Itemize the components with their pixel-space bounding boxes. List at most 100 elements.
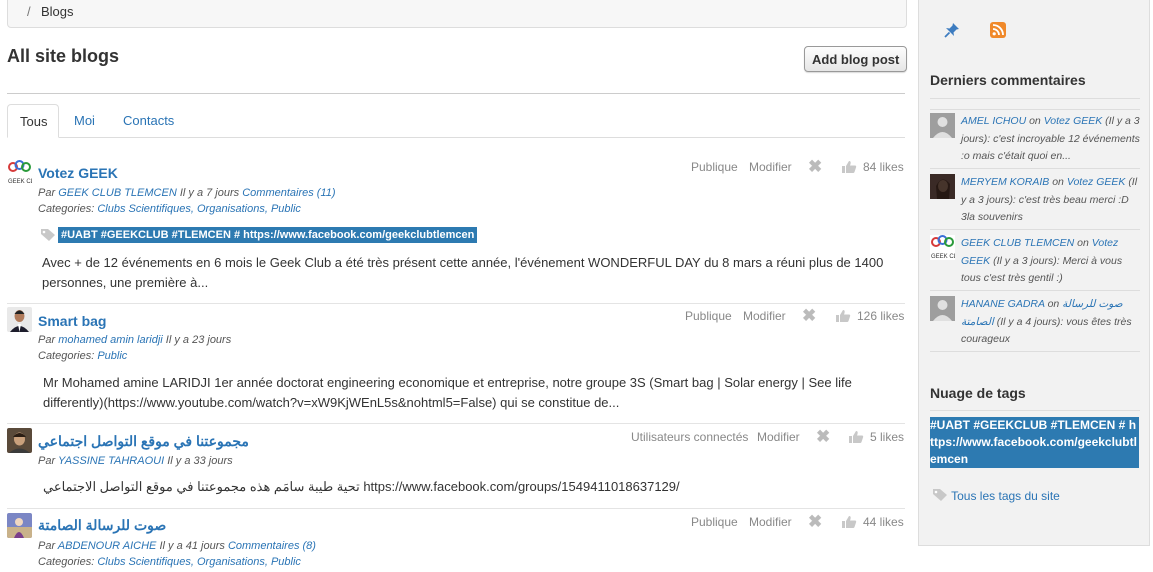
delete-icon[interactable]: ✖	[816, 428, 830, 445]
delete-icon[interactable]: ✖	[808, 158, 822, 175]
by-label: Par	[38, 334, 56, 346]
tag-icon	[41, 229, 55, 241]
avatar[interactable]: GEEK CLU	[7, 160, 32, 185]
title-divider	[7, 93, 905, 94]
comment-time: (Il y a 3 jours):	[993, 254, 1060, 267]
avatar[interactable]	[930, 113, 955, 138]
post-categories: Categories: Clubs Scientifiques, Organis…	[38, 556, 301, 568]
likes-count: 84 likes	[863, 160, 904, 174]
post-excerpt: تحية طيبة سامَم هذه مجموعتنا في موقع الت…	[43, 479, 680, 494]
by-label: Par	[38, 455, 56, 467]
post-title[interactable]: Smart bag	[38, 313, 106, 329]
post-author-link[interactable]: YASSINE TAHRAOUI	[58, 455, 164, 467]
like-button[interactable]	[842, 515, 857, 529]
avatar[interactable]	[7, 307, 32, 332]
post-controls: Utilisateurs connectés Modifier ✖ 5 like…	[631, 428, 905, 446]
post-title[interactable]: صوت للرسالة الصامتة	[38, 517, 166, 534]
comment-item: MERYEM KORAIB on Votez GEEK (Il y a 3 jo…	[930, 174, 1140, 230]
post-categories: Categories: Public	[38, 350, 127, 362]
post-categories: Categories: Clubs Scientifiques, Organis…	[38, 203, 301, 215]
on-label: on	[1029, 115, 1041, 127]
post-time: Il y a 33 jours	[167, 455, 233, 467]
post-time: Il y a 41 jours	[159, 540, 225, 552]
breadcrumb-current: Blogs	[41, 4, 74, 19]
avatar[interactable]	[7, 428, 32, 453]
svg-text:GEEK CLU: GEEK CLU	[931, 254, 955, 260]
post-title[interactable]: مجموعتنا في موقع التواصل اجتماعي	[38, 433, 249, 450]
tag-icon	[933, 489, 947, 501]
edit-link[interactable]: Modifier	[749, 160, 792, 174]
thumbs-up-icon	[836, 310, 851, 322]
on-label: on	[1052, 176, 1064, 188]
sidebar-divider	[930, 410, 1140, 411]
post-title[interactable]: Votez GEEK	[38, 165, 118, 181]
avatar[interactable]: GEEK CLU	[930, 235, 955, 260]
post-byline: Par YASSINE TAHRAOUI Il y a 33 jours	[38, 455, 233, 467]
blog-post-item: GEEK CLU Votez GEEK Par GEEK CLUB TLEMCE…	[7, 158, 905, 304]
breadcrumb: / Blogs	[7, 0, 907, 28]
post-comments-link[interactable]: Commentaires (8)	[228, 540, 316, 552]
blog-post-item: Smart bag Par mohamed amin laridji Il y …	[7, 307, 905, 424]
post-time: Il y a 7 jours	[179, 187, 240, 199]
categories-links[interactable]: Clubs Scientifiques, Organisations, Publ…	[97, 556, 301, 568]
like-button[interactable]	[849, 430, 864, 444]
comment-text: GEEK CLUB TLEMCEN on Votez GEEK (Il y a …	[961, 235, 1141, 288]
thumbs-up-icon	[842, 516, 857, 528]
post-author-link[interactable]: GEEK CLUB TLEMCEN	[58, 187, 177, 199]
likes-count: 126 likes	[857, 309, 905, 323]
likes-count: 5 likes	[870, 430, 905, 444]
add-blog-post-button[interactable]: Add blog post	[804, 46, 908, 72]
categories-links[interactable]: Clubs Scientifiques, Organisations, Publ…	[97, 203, 301, 215]
tag-link[interactable]: #UABT #GEEKCLUB #TLEMCEN # https://www.f…	[58, 227, 478, 243]
comment-author-link[interactable]: GEEK CLUB TLEMCEN	[961, 237, 1074, 249]
delete-icon[interactable]: ✖	[808, 513, 822, 530]
svg-text:GEEK CLU: GEEK CLU	[8, 179, 32, 185]
post-author-link[interactable]: mohamed amin laridji	[58, 334, 163, 346]
avatar[interactable]	[7, 513, 32, 538]
on-label: on	[1047, 298, 1060, 310]
rss-icon[interactable]	[990, 22, 1006, 38]
edit-link[interactable]: Modifier	[743, 309, 786, 323]
all-tags-label[interactable]: Tous les tags du site	[951, 489, 1060, 503]
thumbs-up-icon	[842, 161, 857, 173]
comment-post-link[interactable]: Votez GEEK	[1067, 176, 1126, 188]
edit-link[interactable]: Modifier	[757, 430, 800, 444]
post-byline: Par GEEK CLUB TLEMCEN Il y a 7 jours Com…	[38, 187, 336, 199]
tab-tous[interactable]: Tous	[7, 104, 59, 138]
comment-author-link[interactable]: HANANE GADRA	[961, 298, 1045, 310]
main-content: / Blogs All site blogs Add blog post Tou…	[0, 0, 918, 572]
edit-link[interactable]: Modifier	[749, 515, 792, 529]
access-label: Publique	[691, 160, 738, 174]
comment-item: GEEK CLU GEEK CLUB TLEMCEN on Votez GEEK…	[930, 235, 1140, 291]
comment-author-link[interactable]: AMEL ICHOU	[961, 115, 1026, 127]
tab-moi[interactable]: Moi	[62, 104, 107, 137]
page-title: All site blogs	[7, 46, 120, 66]
post-comments-link[interactable]: Commentaires (11)	[242, 187, 335, 199]
tab-contacts[interactable]: Contacts	[111, 104, 186, 137]
sidebar: Derniers commentaires AMEL ICHOU on Vote…	[918, 0, 1150, 546]
on-label: on	[1077, 237, 1089, 249]
post-controls: Publique Modifier ✖ 126 likes	[685, 307, 905, 325]
delete-icon[interactable]: ✖	[802, 307, 816, 324]
sidebar-divider	[930, 109, 1140, 110]
post-author-link[interactable]: ABDENOUR AICHE	[58, 540, 157, 552]
comment-text: AMEL ICHOU on Votez GEEK (Il y a 3 jours…	[961, 113, 1141, 166]
comment-text: HANANE GADRA on صوت للرسالة الصامتة (Il …	[961, 296, 1141, 349]
all-tags-link[interactable]: Tous les tags du site	[932, 488, 1060, 503]
like-button[interactable]	[836, 309, 851, 323]
sidebar-divider	[930, 98, 1140, 99]
tag-cloud-link[interactable]: #UABT #GEEKCLUB #TLEMCEN # https://www.f…	[930, 417, 1139, 468]
categories-links[interactable]: Public	[97, 350, 127, 362]
comment-post-link[interactable]: Votez GEEK	[1044, 115, 1103, 127]
post-controls: Publique Modifier ✖ 84 likes	[691, 158, 905, 176]
like-button[interactable]	[842, 160, 857, 174]
post-excerpt: Mr Mohamed amine LARIDJI 1er année docto…	[43, 375, 852, 410]
pin-icon[interactable]	[944, 22, 960, 38]
avatar[interactable]	[930, 174, 955, 199]
tab-bar: Tous Moi Contacts	[7, 104, 905, 138]
avatar[interactable]	[930, 296, 955, 321]
post-time: Il y a 23 jours	[165, 334, 232, 346]
comment-author-link[interactable]: MERYEM KORAIB	[961, 176, 1049, 188]
post-byline: Par ABDENOUR AICHE Il y a 41 jours Comme…	[38, 540, 316, 552]
blog-post-item: صوت للرسالة الصامتة Par ABDENOUR AICHE I…	[7, 513, 905, 572]
